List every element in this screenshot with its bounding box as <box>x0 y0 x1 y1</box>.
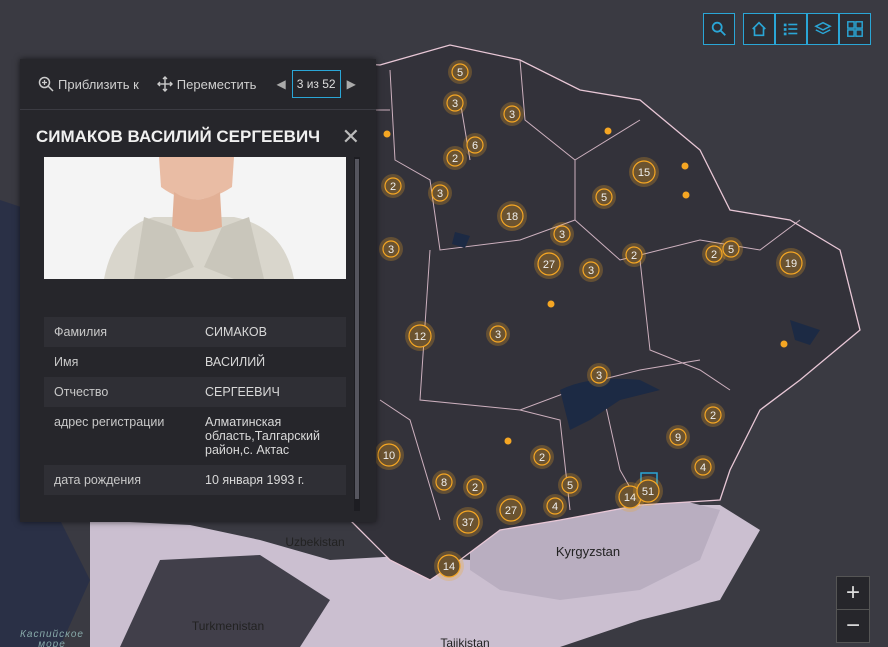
attribute-row: адрес регистрации Алматинская область,Тал… <box>44 407 346 465</box>
popup-scrollbar[interactable] <box>354 157 360 511</box>
label-caspian-sea-2: море <box>38 639 66 647</box>
cluster-count: 3 <box>437 188 443 200</box>
attribute-value: Алматинская область,Талгарский район,с. … <box>195 407 346 465</box>
cluster-count: 2 <box>539 452 545 464</box>
cluster-count: 12 <box>414 331 426 343</box>
person-photo <box>44 157 346 279</box>
cluster-count: 3 <box>509 109 515 121</box>
cluster-count: 2 <box>472 482 478 494</box>
label-tajikistan: Tajikistan <box>440 636 489 647</box>
home-icon <box>752 21 766 37</box>
attributes-table: Фамилия СИМАКОВ Имя ВАСИЛИЙ Отчество СЕРГЕЕВИ… <box>44 317 346 495</box>
cluster-count: 6 <box>472 140 478 152</box>
cluster-count: 4 <box>700 462 706 474</box>
layers-icon <box>814 21 832 35</box>
basemap-gallery-button[interactable] <box>839 13 871 45</box>
move-label: Переместить <box>176 76 257 92</box>
cluster-count: 3 <box>588 265 594 277</box>
home-button[interactable] <box>743 13 775 45</box>
cluster-count: 5 <box>567 480 573 492</box>
label-uzbekistan: Uzbekistan <box>285 535 344 549</box>
attribute-row: Отчество СЕРГЕЕВИЧ <box>44 377 346 407</box>
cluster-count: 5 <box>728 244 734 256</box>
cluster-count: 2 <box>711 249 717 261</box>
point-marker[interactable] <box>681 162 689 170</box>
cluster-count: 27 <box>543 259 555 271</box>
attribute-value: ВАСИЛИЙ <box>195 347 346 377</box>
basemap-gallery-icon <box>847 21 863 37</box>
cluster-count: 3 <box>596 370 602 382</box>
map-toolbar <box>743 13 871 45</box>
attribute-row: Имя ВАСИЛИЙ <box>44 347 346 377</box>
cluster-count: 3 <box>452 98 458 110</box>
attribute-row: дата рождения 10 января 1993 г. <box>44 465 346 495</box>
previous-feature-button[interactable]: ◀ <box>274 77 287 91</box>
next-feature-button[interactable]: ▶ <box>345 77 358 91</box>
cluster-count: 4 <box>552 501 558 513</box>
cluster-count: 2 <box>710 410 716 422</box>
cluster-count: 2 <box>452 153 458 165</box>
search-icon <box>711 21 726 36</box>
attribute-key: адрес регистрации <box>44 407 195 465</box>
feature-popup: Приблизить к Переместить ◀ 3 из 52 ▶ СИМ… <box>20 59 376 522</box>
cluster-count: 18 <box>506 211 518 223</box>
cluster-count: 3 <box>495 329 501 341</box>
point-marker[interactable] <box>504 437 512 445</box>
cluster-count: 9 <box>675 432 681 444</box>
close-icon[interactable]: ✕ <box>342 124 360 150</box>
attribute-value: СЕРГЕЕВИЧ <box>195 377 346 407</box>
cluster-count: 51 <box>642 486 654 498</box>
cluster-count: 5 <box>601 192 607 204</box>
attribute-key: дата рождения <box>44 465 195 495</box>
cluster-count: 10 <box>383 450 395 462</box>
point-marker[interactable] <box>383 130 391 138</box>
search-toolbar <box>703 13 735 45</box>
zoom-in-button[interactable]: + <box>836 576 870 610</box>
layers-button[interactable] <box>807 13 839 45</box>
attribute-row: Фамилия СИМАКОВ <box>44 317 346 347</box>
popup-header: СИМАКОВ ВАСИЛИЙ СЕРГЕЕВИЧ ✕ <box>20 110 376 164</box>
cluster-count: 27 <box>505 505 517 517</box>
zoom-out-button[interactable]: − <box>836 609 870 643</box>
feature-counter: 3 из 52 <box>291 70 341 98</box>
point-marker[interactable] <box>780 340 788 348</box>
attribute-key: Отчество <box>44 377 195 407</box>
zoom-to-action[interactable]: Приблизить к <box>38 76 139 92</box>
cluster-count: 2 <box>631 250 637 262</box>
point-marker[interactable] <box>682 191 690 199</box>
attribute-value: СИМАКОВ <box>195 317 346 347</box>
label-turkmenistan: Turkmenistan <box>192 619 264 633</box>
cluster-count: 2 <box>390 181 396 193</box>
popup-toolbar: Приблизить к Переместить ◀ 3 из 52 ▶ <box>20 59 376 110</box>
attribute-key: Имя <box>44 347 195 377</box>
zoom-in-icon <box>38 76 54 92</box>
attribute-key: Фамилия <box>44 317 195 347</box>
point-marker[interactable] <box>604 127 612 135</box>
label-kyrgyzstan: Kyrgyzstan <box>556 544 620 559</box>
popup-title: СИМАКОВ ВАСИЛИЙ СЕРГЕЕВИЧ <box>36 127 321 146</box>
cluster-count: 3 <box>388 244 394 256</box>
move-icon <box>156 76 173 92</box>
list-button[interactable] <box>775 13 807 45</box>
point-marker[interactable] <box>547 300 555 308</box>
zoom-to-label: Приблизить к <box>58 76 139 92</box>
cluster-count: 19 <box>785 258 797 270</box>
cluster-count: 15 <box>638 167 650 179</box>
cluster-count: 3 <box>559 229 565 241</box>
attribute-value: 10 января 1993 г. <box>195 465 346 495</box>
search-button[interactable] <box>703 13 735 45</box>
cluster-count: 8 <box>441 477 447 489</box>
cluster-count: 5 <box>457 67 463 79</box>
cluster-count: 37 <box>462 517 474 529</box>
popup-pager: ◀ 3 из 52 ▶ <box>274 70 357 98</box>
cluster-count: 14 <box>443 561 455 573</box>
move-action[interactable]: Переместить <box>156 76 257 92</box>
list-icon <box>783 23 798 36</box>
